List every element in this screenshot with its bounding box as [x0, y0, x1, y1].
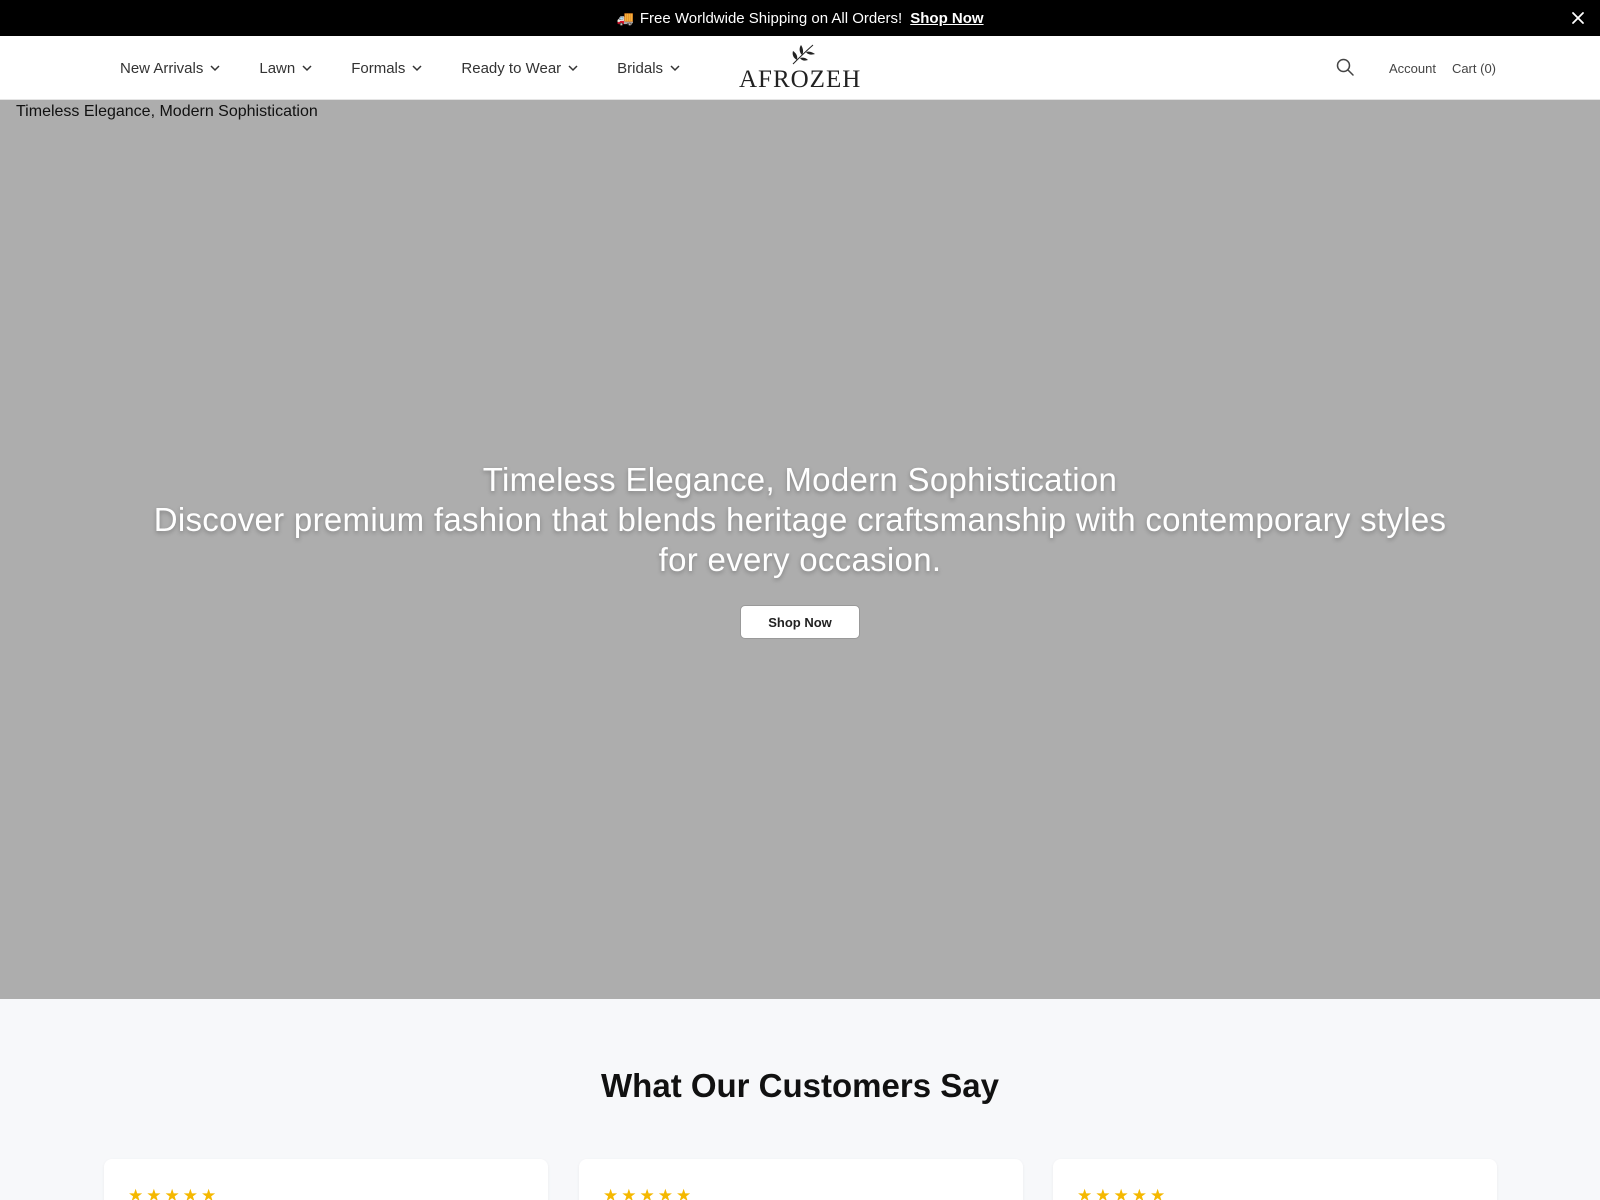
account-link[interactable]: Account — [1389, 61, 1436, 76]
nav-item-lawn[interactable]: Lawn — [259, 60, 313, 77]
testimonials-heading: What Our Customers Say — [601, 1067, 999, 1104]
testimonial-card: ★★★★★ — [1053, 1159, 1497, 1200]
close-icon[interactable] — [1568, 8, 1588, 28]
testimonial-card: ★★★★★ — [104, 1159, 548, 1200]
hero-image-alt-text: Timeless Elegance, Modern Sophistication — [16, 103, 318, 120]
truck-icon: 🚚 — [616, 9, 634, 26]
hero-content: Timeless Elegance, Modern Sophistication… — [0, 460, 1600, 580]
chevron-down-icon — [568, 65, 578, 72]
star-icon: ★★★★★ — [1077, 1186, 1169, 1200]
site-logo[interactable]: AFROZEH — [739, 42, 861, 94]
chevron-down-icon — [412, 65, 422, 72]
nav-item-bridals[interactable]: Bridals — [617, 60, 681, 77]
nav-item-label: New Arrivals — [120, 59, 204, 77]
star-rating: ★★★★★ — [1077, 1187, 1171, 1200]
hero-image-alt: Timeless Elegance, Modern Sophistication — [0, 103, 318, 121]
chevron-down-icon — [210, 65, 220, 72]
chevron-down-icon — [302, 65, 312, 72]
star-rating: ★★★★★ — [128, 1187, 222, 1200]
cart-link[interactable]: Cart (0) — [1452, 61, 1496, 76]
star-icon: ★★★★★ — [603, 1186, 695, 1200]
header-utilities: Account Cart (0) — [1335, 36, 1496, 100]
star-icon: ★★★★★ — [128, 1186, 220, 1200]
hero-banner: Timeless Elegance, Modern Sophistication… — [0, 100, 1600, 999]
announcement-bar: 🚚 Free Worldwide Shipping on All Orders!… — [0, 0, 1600, 36]
hero-subtitle: Discover premium fashion that blends her… — [153, 501, 1447, 578]
chevron-down-icon — [670, 65, 680, 72]
logo-wordmark: AFROZEH — [739, 66, 862, 93]
nav-item-label: Lawn — [259, 59, 296, 77]
announcement-shop-now-link[interactable]: Shop Now — [910, 10, 983, 27]
site-header: New Arrivals Lawn Formals Ready to Wear … — [0, 36, 1600, 100]
star-rating: ★★★★★ — [603, 1187, 697, 1200]
search-icon[interactable] — [1335, 57, 1355, 80]
broken-image-icon — [0, 104, 16, 120]
nav-item-ready-to-wear[interactable]: Ready to Wear — [461, 60, 579, 77]
announcement-text: Free Worldwide Shipping on All Orders! — [639, 9, 903, 27]
nav-item-label: Ready to Wear — [461, 59, 562, 77]
hero-shop-now-button[interactable]: Shop Now — [740, 605, 860, 639]
nav-item-formals[interactable]: Formals — [351, 60, 423, 77]
nav-item-new-arrivals[interactable]: New Arrivals — [120, 60, 221, 77]
nav-item-label: Formals — [351, 59, 406, 77]
testimonials-section: What Our Customers Say ★★★★★ ★★★★★ ★★★★★ — [0, 999, 1600, 1200]
leaf-icon — [792, 44, 815, 65]
testimonial-card: ★★★★★ — [579, 1159, 1023, 1200]
main-nav: New Arrivals Lawn Formals Ready to Wear … — [120, 36, 719, 100]
hero-title: Timeless Elegance, Modern Sophistication — [482, 461, 1118, 498]
nav-item-label: Bridals — [617, 59, 664, 77]
